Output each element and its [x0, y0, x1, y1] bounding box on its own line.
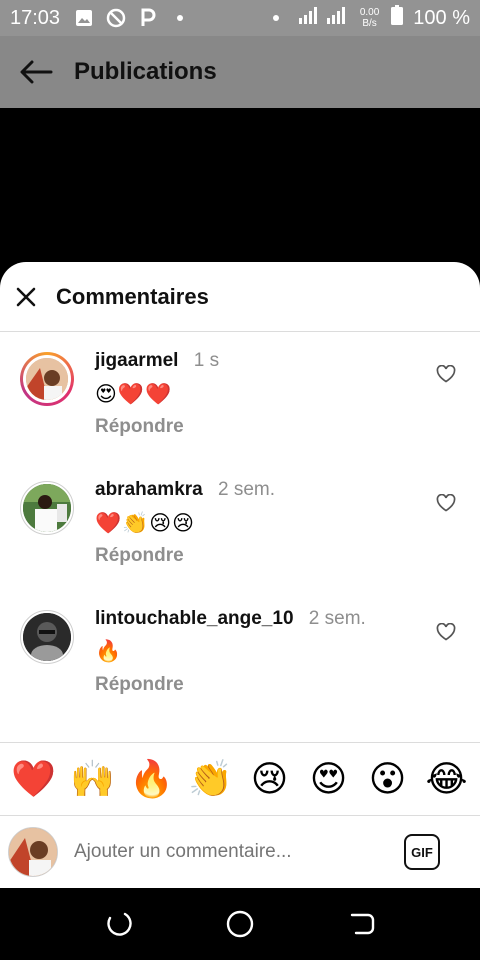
avatar[interactable] [20, 481, 74, 535]
heart-icon[interactable] [436, 622, 458, 643]
avatar[interactable] [20, 610, 74, 664]
reply-button[interactable]: Répondre [95, 545, 184, 567]
comment-username[interactable]: jigaarmel [95, 350, 178, 371]
emoji-surprised[interactable]: 😮 [363, 761, 413, 797]
status-bar: 17:03 0.00 B/s 100 % [0, 0, 480, 36]
comment-time: 1 s [193, 350, 220, 371]
net-speed: 0.00 B/s [360, 7, 379, 29]
comment-header: lintouchable_ange_10 2 sem. [95, 608, 366, 630]
back-nav-icon[interactable] [342, 904, 382, 944]
battery-icon [391, 5, 404, 31]
comment-text: 😍❤️❤️ [95, 383, 173, 406]
avatar-image [23, 613, 71, 661]
avatar[interactable] [20, 352, 74, 406]
net-speed-unit: B/s [362, 18, 377, 29]
dot-icon-2 [266, 8, 286, 28]
comment-header: abrahamkra 2 sem. [95, 479, 275, 501]
recent-apps-icon[interactable] [98, 904, 138, 944]
net-speed-value: 0.00 [359, 7, 380, 18]
emoji-heart[interactable]: ❤️ [9, 761, 59, 797]
reply-button[interactable]: Répondre [95, 416, 184, 438]
parking-icon [138, 8, 158, 28]
status-time: 17:03 [10, 6, 61, 29]
comment-composer: GIF [0, 816, 480, 888]
close-icon[interactable] [14, 285, 38, 309]
reply-button[interactable]: Répondre [95, 674, 184, 696]
heart-icon[interactable] [436, 493, 458, 514]
status-right: 0.00 B/s 100 % [266, 5, 470, 31]
emoji-clapping[interactable]: 👏 [186, 761, 236, 797]
signal-icon-1 [298, 5, 320, 31]
app-bar: Publications [0, 36, 480, 108]
comments-sheet: Commentaires jigaarmel 1 s 😍❤️❤️ Répondr… [0, 262, 480, 888]
comment-item: jigaarmel 1 s 😍❤️❤️ Répondre [0, 350, 480, 460]
gif-button[interactable]: GIF [404, 834, 440, 870]
quick-emoji-bar: ❤️ 🙌 🔥 👏 😢 😍 😮 😂 [0, 742, 480, 816]
comment-time: 2 sem. [218, 479, 276, 500]
comment-item: lintouchable_ange_10 2 sem. 🔥 Répondre [0, 608, 480, 718]
signal-icon-2 [326, 5, 348, 31]
heart-icon[interactable] [436, 364, 458, 385]
my-avatar [8, 827, 58, 877]
sheet-title: Commentaires [56, 283, 209, 309]
sheet-header: Commentaires [0, 262, 480, 332]
emoji-crying[interactable]: 😢 [245, 761, 295, 797]
dot-icon [170, 8, 190, 28]
back-arrow-icon[interactable] [18, 54, 54, 90]
battery-percent: 100 % [413, 6, 470, 29]
comment-item: abrahamkra 2 sem. ❤️👏😢😢 Répondre [0, 479, 480, 589]
emoji-fire[interactable]: 🔥 [127, 761, 177, 797]
comment-text: 🔥 [95, 640, 123, 663]
comment-text: ❤️👏😢😢 [95, 512, 196, 535]
emoji-raised-hands[interactable]: 🙌 [68, 761, 118, 797]
comment-time: 2 sem. [308, 608, 366, 629]
post-backdrop [0, 108, 480, 278]
gallery-icon [74, 8, 94, 28]
page-title: Publications [74, 58, 217, 85]
no-data-icon [106, 8, 126, 28]
comment-username[interactable]: lintouchable_ange_10 [95, 608, 294, 629]
comment-header: jigaarmel 1 s [95, 350, 219, 372]
system-nav-bar [0, 888, 480, 960]
home-icon[interactable] [220, 904, 260, 944]
avatar-image [23, 484, 71, 532]
comment-username[interactable]: abrahamkra [95, 479, 203, 500]
avatar-image [23, 355, 71, 403]
emoji-heart-eyes[interactable]: 😍 [304, 761, 354, 797]
comment-input[interactable] [74, 832, 374, 872]
emoji-laughing[interactable]: 😂 [422, 761, 472, 797]
